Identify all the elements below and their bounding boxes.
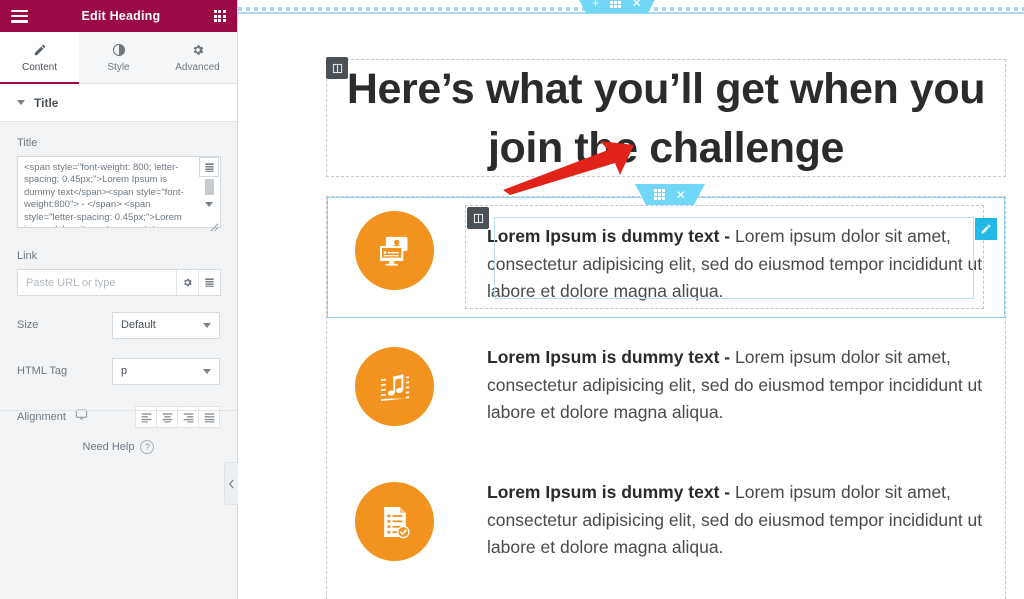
link-control: Link — [0, 233, 237, 296]
size-label: Size — [17, 319, 39, 331]
chevron-down-icon — [203, 322, 211, 328]
html-tag-label: HTML Tag — [17, 365, 68, 377]
editor-canvas: + ✕ Here’s what you’ll get when you join… — [238, 0, 1024, 599]
chevron-down-icon — [203, 368, 211, 374]
section-title-label: Title — [34, 95, 59, 110]
plus-icon[interactable]: + — [592, 0, 599, 9]
list-item-title: Lorem Ipsum is dummy text — [487, 482, 720, 502]
tab-advanced[interactable]: Advanced — [158, 32, 237, 84]
heading-widget-badge[interactable] — [326, 57, 348, 79]
panel-collapse-button[interactable] — [224, 462, 238, 505]
title-label: Title — [17, 137, 38, 149]
title-control: Title — [0, 122, 237, 233]
alignment-label: Alignment — [17, 411, 66, 423]
list-item-separator: - — [719, 482, 735, 502]
link-label: Link — [17, 250, 38, 262]
scroll-down-arrow-icon[interactable] — [205, 202, 213, 207]
html-tag-select[interactable]: p — [112, 357, 220, 385]
html-tag-value: p — [121, 365, 128, 377]
list-item-text: Lorem Ipsum is dummy text - Lorem ipsum … — [487, 479, 984, 562]
checklist-document-icon — [355, 482, 434, 561]
widget-handle[interactable]: ✕ — [635, 184, 705, 205]
list-item[interactable]: Lorem Ipsum is dummy text - Lorem ipsum … — [327, 333, 1005, 453]
link-options-gear-icon[interactable] — [176, 270, 198, 295]
list-item[interactable]: Lorem Ipsum is dummy text - Lorem ipsum … — [327, 197, 1005, 318]
panel-divider — [0, 410, 237, 411]
alignment-control: Alignment — [0, 394, 237, 440]
pencil-edit-icon[interactable] — [975, 218, 997, 240]
page-title: Here’s what you’ll get when you join the… — [346, 65, 986, 172]
title-textarea-side-controls — [198, 157, 220, 227]
tab-advanced-label: Advanced — [175, 62, 220, 73]
grid-apps-icon[interactable] — [213, 9, 226, 23]
section-handle[interactable]: + ✕ — [575, 0, 659, 13]
gear-icon — [191, 43, 205, 57]
title-textarea-wrap — [17, 156, 221, 233]
link-input[interactable] — [18, 276, 176, 289]
pencil-icon — [33, 43, 47, 57]
list-item[interactable]: Lorem Ipsum is dummy text - Lorem ipsum … — [327, 468, 1005, 588]
dynamic-tags-icon[interactable] — [199, 157, 219, 177]
size-select[interactable]: Default — [112, 311, 220, 339]
list-item-text: Lorem Ipsum is dummy text - Lorem ipsum … — [487, 344, 984, 427]
close-icon[interactable]: ✕ — [632, 0, 642, 9]
text-editor-widget-badge[interactable] — [467, 207, 489, 229]
tab-style[interactable]: Style — [79, 32, 158, 84]
close-icon[interactable]: ✕ — [676, 189, 686, 201]
size-control: Size Default — [0, 302, 237, 348]
grid-dots-icon[interactable] — [654, 189, 665, 200]
elementor-editor-screen: Edit Heading Content Style Advanced Titl… — [0, 0, 1024, 599]
list-item-separator: - — [719, 347, 735, 367]
size-value: Default — [121, 319, 156, 331]
html-tag-control: HTML Tag p — [0, 348, 237, 394]
textarea-resize-grip[interactable] — [208, 221, 219, 232]
section-title-header[interactable]: Title — [0, 84, 237, 122]
contrast-icon — [112, 43, 126, 57]
music-notes-icon — [355, 347, 434, 426]
panel-header: Edit Heading — [0, 0, 237, 32]
panel-tabs: Content Style Advanced — [0, 32, 237, 84]
list-item-title: Lorem Ipsum is dummy text — [487, 347, 720, 367]
panel-title: Edit Heading — [81, 9, 161, 23]
icon-list-section: Lorem Ipsum is dummy text - Lorem ipsum … — [326, 196, 1006, 599]
need-help-label: Need Help — [82, 441, 135, 453]
chevron-down-icon — [17, 100, 25, 105]
link-input-group — [17, 269, 221, 296]
chevron-left-icon — [229, 478, 234, 489]
tab-content-label: Content — [21, 62, 58, 73]
tab-style-label: Style — [107, 62, 130, 73]
heading-widget[interactable]: Here’s what you’ll get when you join the… — [326, 59, 1006, 177]
title-textarea[interactable] — [17, 156, 221, 228]
textarea-scrollbar-thumb[interactable] — [204, 179, 214, 195]
elementor-panel: Edit Heading Content Style Advanced Titl… — [0, 0, 238, 599]
hamburger-icon[interactable] — [11, 9, 28, 23]
text-editor-active-outline — [494, 217, 974, 299]
link-dynamic-tags-icon[interactable] — [198, 270, 220, 295]
need-help-link[interactable]: Need Help ? — [0, 440, 237, 454]
tab-content[interactable]: Content — [0, 32, 79, 84]
grid-dots-icon[interactable] — [610, 0, 621, 8]
question-circle-icon: ? — [140, 440, 155, 454]
